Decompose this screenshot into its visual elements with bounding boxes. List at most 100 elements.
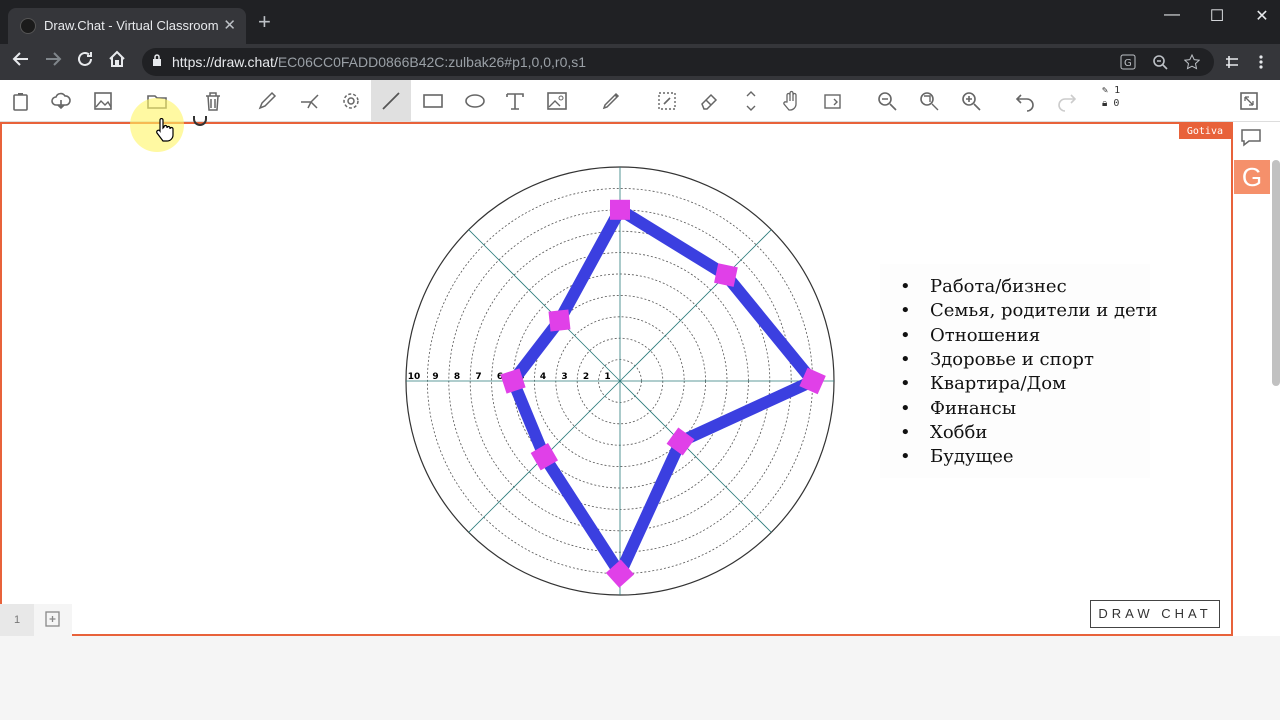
wheel-score-line [507, 378, 550, 459]
legend-bullet: • [900, 276, 911, 297]
trash-icon[interactable] [198, 86, 228, 116]
wheel-spoke [619, 380, 772, 533]
axis-label: 9 [432, 372, 438, 382]
extension-icon[interactable] [1224, 54, 1240, 70]
tab-title: Draw.Chat - Virtual Classroom [44, 18, 219, 33]
svg-text:G: G [1124, 58, 1132, 69]
legend-bullet: • [900, 300, 911, 322]
cloud-icon[interactable] [46, 86, 76, 116]
highlighter-icon[interactable] [596, 86, 626, 116]
rectangle-icon[interactable] [418, 86, 448, 116]
maximize-icon[interactable]: ☐ [1197, 6, 1237, 26]
edit-counter: ✎ 1 🔒︎ 0 [1102, 84, 1120, 110]
axis-label: 1 [604, 372, 610, 382]
drawchat-logo: DRAW CHAT [1090, 600, 1220, 628]
text-icon[interactable] [500, 86, 530, 116]
reload-icon[interactable] [76, 50, 94, 68]
tab-close-icon[interactable]: ✕ [223, 16, 236, 34]
page-navigator: 1 [0, 604, 72, 636]
undo-icon[interactable] [1010, 86, 1040, 116]
url-input[interactable]: https://draw.chat/EC06CC0FADD0866B42C:zu… [142, 48, 1214, 76]
drawing-toolbar [0, 80, 1280, 122]
add-page-icon[interactable] [44, 610, 62, 628]
legend-label: Работа/бизнес [930, 276, 1067, 297]
zoom-in-icon[interactable] [956, 86, 986, 116]
browser-tabbar: Draw.Chat - Virtual Classroom ✕ + — ☐ ✕ [0, 0, 1280, 44]
url-path: EC06CC0FADD0866B42C:zulbak26#p1,0,0,r0,s… [277, 54, 587, 70]
user-avatar[interactable]: G [1234, 160, 1270, 194]
zoom-icon[interactable] [1152, 54, 1168, 70]
window-close-icon[interactable]: ✕ [1242, 6, 1280, 26]
home-icon[interactable] [108, 50, 126, 68]
line-icon[interactable] [371, 80, 411, 122]
legend-bullet: • [900, 348, 911, 370]
favicon-icon [20, 18, 36, 34]
laser-icon[interactable] [294, 86, 324, 116]
edit-pencil-icon: ✎ [1102, 85, 1109, 96]
url-text: https://draw.chat/EC06CC0FADD0866B42C:zu… [172, 54, 586, 70]
star-icon[interactable] [1184, 54, 1200, 70]
select-icon[interactable] [652, 86, 682, 116]
eraser-icon[interactable] [694, 86, 724, 116]
hand-icon[interactable] [776, 86, 806, 116]
back-icon[interactable] [12, 50, 30, 68]
rotate-icon[interactable] [818, 86, 848, 116]
hand-cursor-icon [156, 118, 174, 142]
legend-item: • Семья, родители и дети [900, 300, 1158, 321]
lock-icon [153, 54, 161, 66]
forward-icon[interactable] [44, 50, 62, 68]
page-number[interactable]: 1 [0, 604, 34, 636]
page-footer-area [0, 636, 1280, 720]
image-icon[interactable] [88, 86, 118, 116]
wheel-score-line [614, 439, 686, 577]
zoom-fit-icon[interactable] [914, 86, 944, 116]
url-host: https://draw.chat/ [172, 54, 278, 70]
scrollbar[interactable] [1272, 160, 1280, 386]
axis-label: 2 [583, 372, 589, 382]
redo-icon[interactable] [1052, 86, 1082, 116]
zoom-out-icon[interactable] [872, 86, 902, 116]
fullscreen-icon[interactable] [1234, 86, 1264, 116]
browser-tab[interactable]: Draw.Chat - Virtual Classroom ✕ [8, 8, 246, 44]
lock-small-icon: 🔒︎ [1102, 98, 1108, 109]
wheel-score-marker [548, 309, 571, 332]
edits-count: 1 [1114, 85, 1121, 96]
wheel-score-marker [610, 199, 630, 220]
pencil-icon[interactable] [252, 86, 282, 116]
settings-icon[interactable] [336, 86, 366, 116]
legend-item: • Хобби [900, 422, 987, 443]
legend-label: Квартира/Дом [930, 373, 1067, 395]
axis-label: 3 [561, 372, 567, 382]
legend-bullet: • [900, 397, 911, 419]
picture-icon[interactable] [542, 86, 572, 116]
legend-bullet: • [900, 446, 911, 468]
legend-item: • Будущее [900, 446, 1014, 467]
legend-bullet: • [900, 324, 911, 346]
ellipse-icon[interactable] [460, 86, 490, 116]
minimize-icon[interactable]: — [1152, 6, 1192, 24]
axis-label: 8 [454, 372, 460, 382]
legend-item: • Отношения [900, 325, 1040, 346]
legend-label: Отношения [930, 324, 1041, 346]
wheel-score-line [539, 453, 626, 577]
axis-label: 7 [475, 372, 481, 382]
legend-label: Семья, родители и дети [930, 300, 1158, 322]
legend-bullet: • [900, 421, 911, 443]
wheel-score-marker [714, 263, 738, 287]
user-badge: Gotiva [1178, 124, 1231, 139]
wheel-score-line [678, 375, 816, 447]
upload-icon[interactable] [6, 86, 36, 116]
legend-label: Здоровье и спорт [930, 348, 1094, 370]
legend-label: Будущее [930, 446, 1014, 468]
axis-label: 10 [408, 372, 421, 382]
wheel-score-line [616, 204, 730, 281]
menu-icon[interactable] [1258, 54, 1264, 70]
wheel-diagram: 10987654321 [405, 166, 835, 596]
layer-order-icon[interactable] [736, 82, 766, 120]
legend-item: • Квартира/Дом [900, 373, 1066, 394]
legend-bullet: • [900, 373, 911, 395]
translate-icon[interactable]: G [1120, 54, 1136, 70]
legend-label: Финансы [930, 397, 1017, 419]
chat-icon[interactable] [1240, 128, 1262, 148]
new-tab-icon[interactable]: + [258, 11, 271, 33]
